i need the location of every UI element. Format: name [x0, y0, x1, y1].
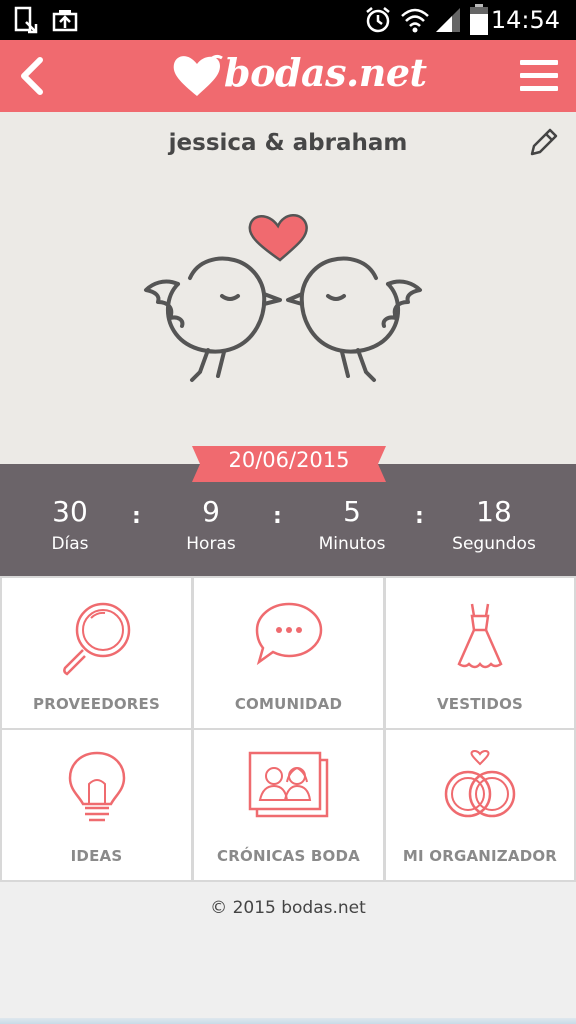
clock: 14:54	[490, 6, 560, 34]
upload-icon	[52, 10, 78, 32]
battery-icon	[470, 4, 488, 35]
countdown-separator: :	[132, 504, 141, 529]
pencil-icon[interactable]	[526, 126, 560, 160]
magnifier-icon	[62, 602, 130, 676]
menu-tile-comunidad[interactable]: COMUNIDAD	[194, 578, 383, 728]
back-icon[interactable]	[12, 52, 52, 100]
days-label: Días	[51, 534, 89, 554]
feature-grid: PROVEEDORES COMUNIDAD VESTIDOS IDEAS CRÓ…	[0, 576, 576, 882]
copyright-footer: © 2015 bodas.net	[210, 898, 366, 918]
signal-icon	[436, 8, 460, 32]
alarm-icon	[366, 7, 390, 33]
right-bird	[286, 256, 422, 382]
countdown-days: 30 Días	[0, 494, 140, 554]
couple-names: jessica & abraham	[168, 130, 408, 156]
hours-label: Horas	[186, 534, 236, 554]
download-icon	[14, 6, 38, 34]
countdown-minutes: 5 Minutos	[282, 494, 422, 554]
chat-bubble-icon	[255, 602, 322, 666]
photo-couple-icon	[248, 751, 328, 818]
countdown-seconds: 18 Segundos	[424, 494, 564, 554]
days-value: 30	[52, 495, 88, 528]
menu-label: VESTIDOS	[436, 695, 524, 713]
love-birds-illustration	[144, 214, 422, 382]
heart-logo-icon	[173, 54, 223, 96]
menu-tile-vestidos[interactable]: VESTIDOS	[386, 578, 574, 728]
countdown-separator: :	[273, 504, 282, 529]
logo-text: bodas.net	[224, 50, 427, 95]
countdown-separator: :	[415, 504, 424, 529]
menu-tile-ideas[interactable]: IDEAS	[2, 730, 191, 880]
hamburger-menu-icon[interactable]	[518, 54, 560, 98]
menu-tile-cronicas-boda[interactable]: CRÓNICAS BODA	[194, 730, 383, 880]
minutes-value: 5	[343, 495, 361, 528]
menu-tile-mi-organizador[interactable]: MI ORGANIZADOR	[386, 730, 574, 880]
status-bar: 14:54	[0, 0, 576, 40]
wifi-icon	[401, 8, 429, 33]
hours-value: 9	[202, 495, 220, 528]
menu-label: PROVEEDORES	[33, 695, 160, 713]
app-bar: bodas.net	[0, 40, 576, 112]
seconds-value: 18	[476, 495, 512, 528]
seconds-label: Segundos	[452, 534, 536, 554]
wedding-date: 20/06/2015	[228, 448, 350, 472]
menu-label: CRÓNICAS BODA	[217, 847, 360, 865]
menu-label: COMUNIDAD	[234, 695, 343, 713]
menu-label: IDEAS	[70, 847, 123, 865]
countdown-hours: 9 Horas	[141, 494, 281, 554]
menu-label: MI ORGANIZADOR	[402, 847, 558, 865]
heart-icon	[248, 214, 308, 262]
rings-icon	[444, 750, 516, 818]
couple-hero: jessica & abraham	[0, 112, 576, 464]
lightbulb-icon	[68, 751, 125, 822]
minutes-label: Minutos	[318, 534, 386, 554]
menu-tile-proveedores[interactable]: PROVEEDORES	[2, 578, 191, 728]
left-bird	[144, 256, 282, 382]
dress-icon	[457, 603, 503, 669]
bodas-logo[interactable]: bodas.net	[170, 48, 427, 104]
bottom-edge	[0, 1018, 576, 1024]
wedding-date-banner: 20/06/2015	[192, 446, 386, 482]
